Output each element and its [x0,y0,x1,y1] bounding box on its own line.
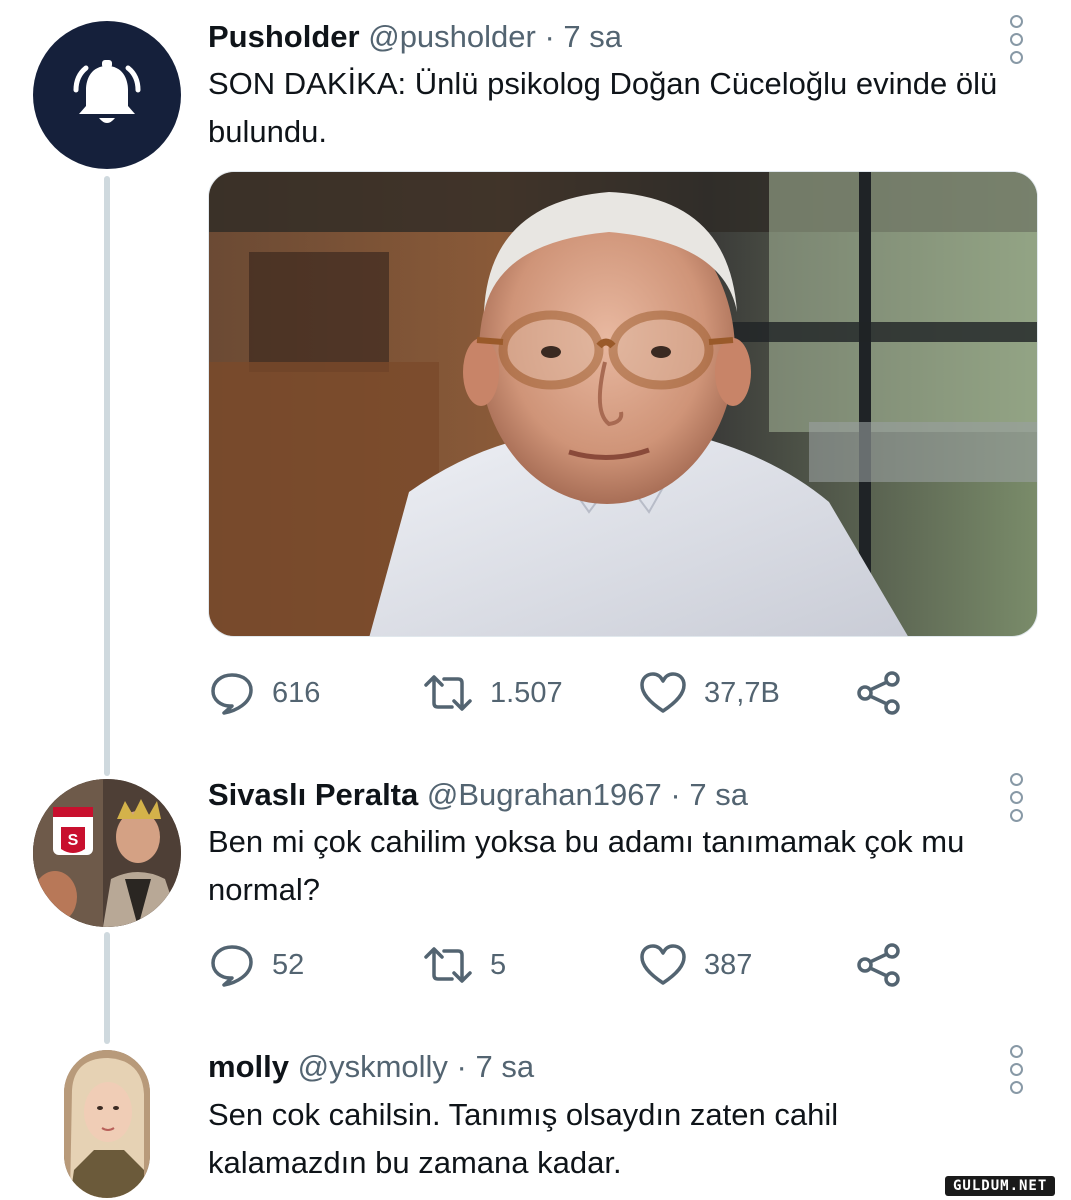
separator: · [544,19,555,54]
avatar[interactable]: S [33,779,181,927]
more-icon [1009,773,1023,786]
tweet-header: molly @yskmolly · 7 sa [208,1047,534,1087]
user-handle[interactable]: @yskmolly [298,1049,448,1084]
more-button[interactable] [1005,773,1027,822]
retweet-icon [424,947,472,983]
reply-icon [211,945,253,987]
more-icon [1009,15,1023,28]
reply-count: 616 [272,676,321,709]
retweet-button[interactable]: 1.507 [422,667,563,719]
share-button[interactable] [856,667,902,719]
reply-button[interactable]: 52 [208,939,304,991]
retweet-count: 5 [490,948,507,981]
like-count: 387 [704,948,753,981]
share-icon [857,943,900,987]
profile-photo: S [33,779,181,927]
tweet-actions: 52 5 387 [208,939,928,991]
timestamp[interactable]: 7 sa [563,19,622,54]
separator: · [670,777,681,812]
like-button[interactable]: 387 [638,939,752,991]
avatar[interactable] [64,1050,150,1198]
share-icon [857,671,900,715]
user-handle[interactable]: @Bugrahan1967 [427,777,662,812]
watermark: GULDUM.NET [945,1176,1056,1196]
tweet-actions: 616 1.507 37,7B [208,667,928,719]
thread-connector [104,932,110,1044]
tweet-text: SON DAKİKA: Ünlü psikolog Doğan Cüceloğl… [208,66,998,149]
like-count: 37,7B [704,676,780,709]
more-button[interactable] [1005,15,1027,64]
tweet-text: Ben mi çok cahilim yoksa bu adamı tanıma… [208,824,965,907]
user-handle[interactable]: @pusholder [368,19,536,54]
display-name[interactable]: Sivaslı Peralta [208,777,418,812]
like-icon [640,944,686,985]
bell-icon [73,60,141,123]
reply-count: 52 [272,948,305,981]
reply-icon [211,673,253,715]
timestamp[interactable]: 7 sa [475,1049,534,1084]
svg-text:S: S [68,832,79,849]
like-icon [640,672,686,713]
thread-connector [104,176,110,776]
display-name[interactable]: molly [208,1049,289,1084]
tweet-text: Sen cok cahilsin. Tanımış olsaydın zaten… [208,1097,839,1180]
retweet-button[interactable]: 5 [422,939,506,991]
timestamp[interactable]: 7 sa [689,777,748,812]
reply-button[interactable]: 616 [208,667,320,719]
tweet-photo[interactable] [208,171,1038,637]
more-icon [1009,1045,1023,1058]
tweet-header: Sivaslı Peralta @Bugrahan1967 · 7 sa [208,775,748,815]
retweet-icon [424,675,472,711]
more-button[interactable] [1005,1045,1027,1094]
profile-photo [64,1050,150,1198]
avatar[interactable] [33,21,181,169]
display-name[interactable]: Pusholder [208,19,360,54]
like-button[interactable]: 37,7B [638,667,780,719]
share-button[interactable] [856,939,902,991]
portrait-image [209,172,1037,636]
tweet-header: Pusholder @pusholder · 7 sa [208,17,622,57]
retweet-count: 1.507 [490,676,563,709]
separator: · [456,1049,467,1084]
